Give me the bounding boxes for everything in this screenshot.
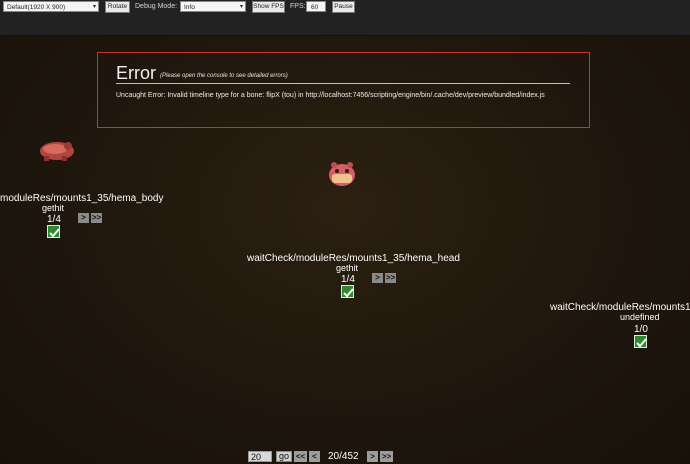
chevron-down-icon: ▾	[239, 4, 243, 10]
hippo-head-sprite	[329, 162, 355, 186]
error-panel: Error (Please open the console to see de…	[97, 52, 590, 128]
checkmark-icon	[343, 288, 354, 298]
page-status: 20/452	[328, 451, 359, 462]
next-frame-button[interactable]: >	[78, 213, 89, 223]
sprite-anim-label: undefined	[620, 312, 660, 322]
sprite-anim-label: gethit	[42, 203, 65, 213]
sprite-frame-label: 1/4	[47, 214, 61, 225]
last-frame-button[interactable]: >>	[385, 273, 396, 283]
error-hint: (Please open the console to see detailed…	[160, 73, 288, 79]
sprite-frame-label: 1/0	[634, 324, 648, 335]
checkmark-icon	[49, 228, 60, 238]
debug-mode-label: Debug Mode:	[135, 3, 178, 10]
fps-label: FPS:	[290, 3, 306, 10]
debug-mode-select[interactable]: Info ▾	[180, 1, 246, 12]
last-page-button[interactable]: >>	[380, 451, 393, 462]
divider	[116, 83, 570, 84]
next-frame-button[interactable]: >	[372, 273, 383, 283]
error-title: Error	[116, 63, 156, 83]
enabled-checkbox[interactable]	[47, 225, 60, 238]
sprite-anim-label: gethit	[336, 263, 359, 273]
sprite-path-label: moduleRes/mounts1_35/hema_body	[0, 193, 164, 204]
resolution-value: Default(1920 X 900)	[7, 4, 66, 11]
pause-button[interactable]: Pause	[332, 1, 355, 13]
sprite-frame-label: 1/4	[341, 274, 355, 285]
enabled-checkbox[interactable]	[341, 285, 354, 298]
checkmark-icon	[636, 338, 647, 348]
enabled-checkbox[interactable]	[634, 335, 647, 348]
next-page-button[interactable]: >	[367, 451, 378, 462]
rotate-button[interactable]: Rotate	[105, 1, 130, 13]
go-button[interactable]: go	[276, 451, 292, 462]
show-fps-button[interactable]: Show FPS	[252, 1, 285, 13]
fps-input[interactable]: 60	[306, 1, 326, 12]
resolution-select[interactable]: Default(1920 X 900) ▾	[3, 1, 99, 12]
debug-mode-value: Info	[184, 4, 195, 11]
error-message: Uncaught Error: Invalid timeline type fo…	[116, 92, 545, 99]
prev-page-button[interactable]: <	[309, 451, 320, 462]
last-frame-button[interactable]: >>	[91, 213, 102, 223]
toolbar: Default(1920 X 900) ▾ Rotate Debug Mode:…	[0, 0, 690, 36]
first-page-button[interactable]: <<	[294, 451, 307, 462]
hippo-body-sprite	[40, 142, 74, 161]
chevron-down-icon: ▾	[92, 4, 96, 10]
page-input[interactable]: 20	[248, 451, 272, 462]
